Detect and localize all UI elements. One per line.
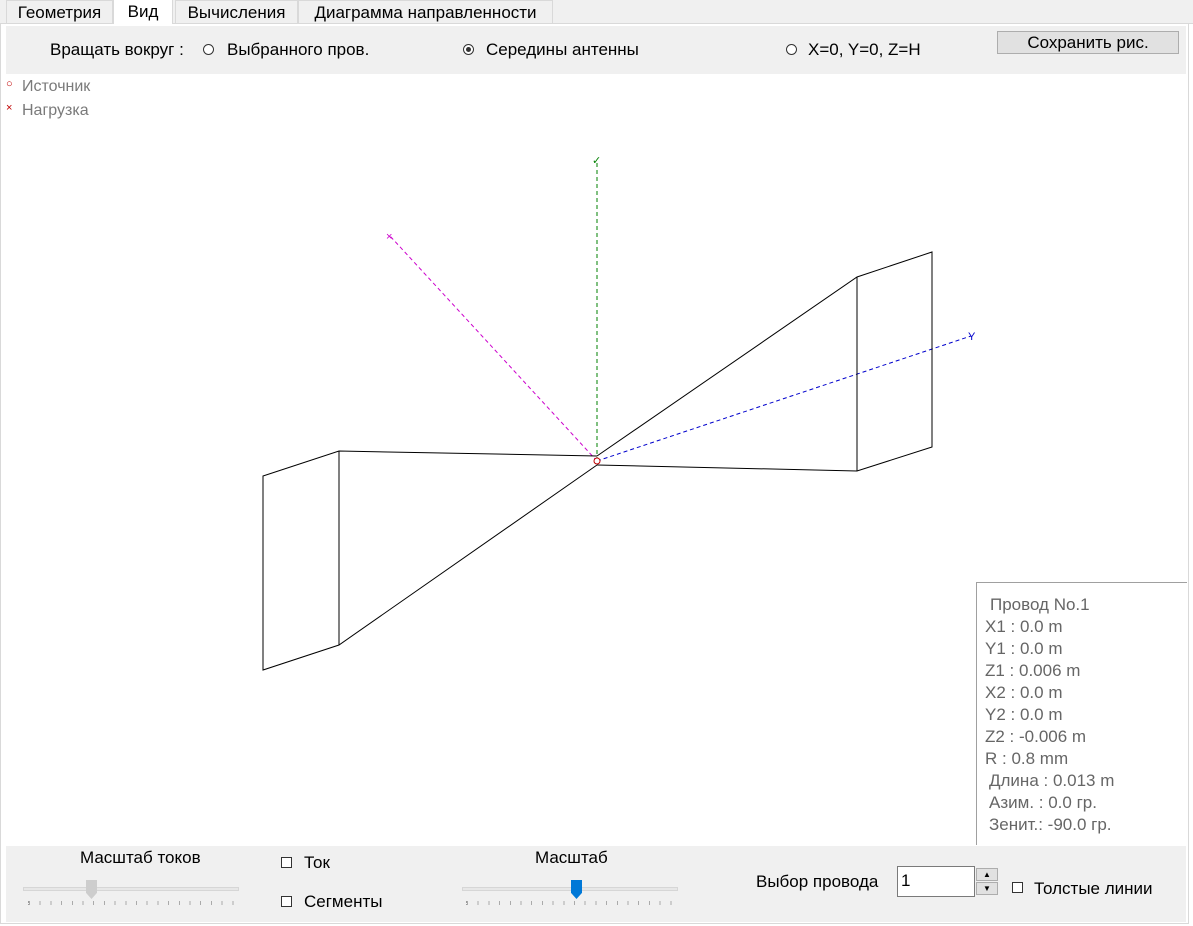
wire-info-length: Длина : 0.013 m	[989, 771, 1115, 790]
current-scale-track[interactable]	[23, 887, 239, 891]
wire-info-zenith: Зенит.: -90.0 гр.	[989, 815, 1112, 834]
legend-source-label: Источник	[22, 78, 91, 95]
wire-info-x1: X1 : 0.0 m	[985, 617, 1063, 636]
segments-checkbox-label[interactable]: Сегменты	[304, 892, 382, 912]
radio-origin-h[interactable]	[786, 44, 797, 55]
wire-info-y2: Y2 : 0.0 m	[985, 705, 1063, 724]
wire-info-azimuth: Азим. : 0.0 гр.	[989, 793, 1097, 812]
segments-checkbox[interactable]	[281, 896, 292, 907]
wire-info-z2: Z2 : -0.006 m	[985, 727, 1087, 746]
radio-selected-wire[interactable]	[203, 44, 214, 55]
current-scale-ticks	[28, 901, 237, 905]
legend-load: × Нагрузка	[6, 102, 89, 120]
radio-origin-h-label[interactable]: X=0, Y=0, Z=H	[808, 40, 921, 60]
current-checkbox-label[interactable]: Ток	[304, 853, 330, 873]
wire-select-down-button[interactable]: ▼	[976, 882, 998, 895]
thick-lines-label[interactable]: Толстые линии	[1034, 879, 1153, 899]
wire-select-up-button[interactable]: ▲	[976, 868, 998, 881]
legend-load-label: Нагрузка	[22, 102, 89, 119]
radio-antenna-center-label[interactable]: Середины антенны	[486, 40, 639, 60]
wire-info-x2: X2 : 0.0 m	[985, 683, 1063, 702]
current-scale-label: Масштаб токов	[80, 848, 201, 867]
wire-info-title: Провод No.1	[990, 595, 1090, 614]
scale-track[interactable]	[462, 887, 678, 891]
rotate-label: Вращать вокруг :	[50, 40, 184, 59]
wire-info-y1: Y1 : 0.0 m	[985, 639, 1063, 658]
thick-lines-checkbox[interactable]	[1012, 882, 1023, 893]
radio-antenna-center[interactable]	[463, 44, 474, 55]
radio-selected-wire-label[interactable]: Выбранного пров.	[227, 40, 369, 60]
wire-info-z1: Z1 : 0.006 m	[985, 661, 1081, 680]
wire-info-radius: R : 0.8 mm	[985, 749, 1069, 768]
legend-source: ○ Источник	[6, 78, 91, 96]
tab-view[interactable]: Вид	[113, 0, 173, 24]
scale-ticks	[466, 901, 675, 905]
scale-label: Масштаб	[535, 848, 608, 867]
current-checkbox[interactable]	[281, 857, 292, 868]
wire-select-input[interactable]: 1	[897, 866, 975, 897]
load-marker-icon: ×	[6, 102, 13, 114]
wire-select-label: Выбор провода	[756, 872, 879, 891]
source-marker-icon: ○	[6, 78, 13, 90]
tab-geometry[interactable]: Геометрия	[6, 0, 113, 23]
save-picture-button[interactable]: Сохранить рис.	[997, 31, 1179, 54]
tab-calculations[interactable]: Вычисления	[175, 0, 298, 23]
tab-radiation-pattern[interactable]: Диаграмма направленности	[298, 0, 553, 23]
